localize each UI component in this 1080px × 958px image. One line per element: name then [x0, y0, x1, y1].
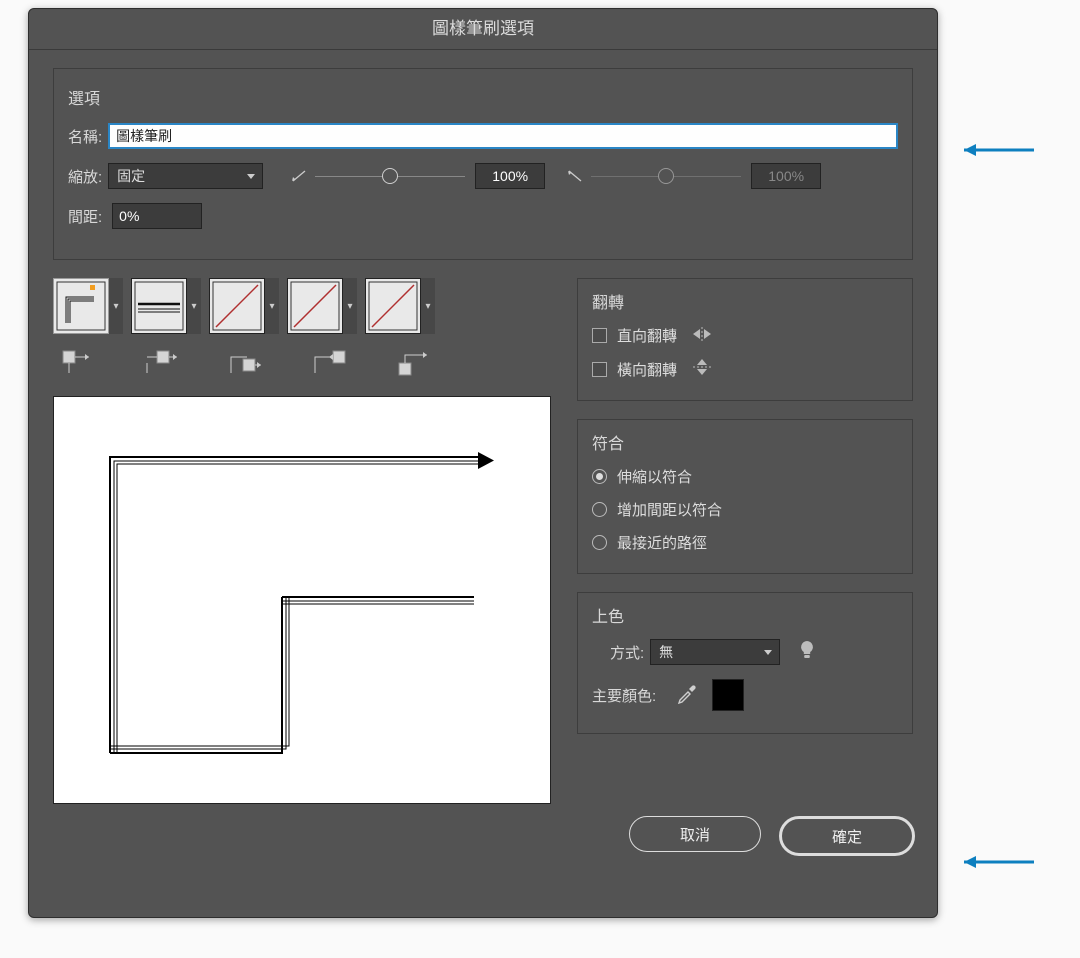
tile-side-menu[interactable]: ▾ [187, 278, 201, 334]
brush-preview [53, 396, 551, 804]
tile-apply-icons [59, 348, 551, 378]
flip-across-icon [691, 326, 713, 346]
pattern-brush-options-dialog: 圖樣筆刷選項 選項 名稱: 縮放: 固定 [28, 8, 938, 918]
colorize-section-label: 上色 [592, 603, 898, 627]
tiles-and-preview: ▾ ▾ [53, 278, 551, 804]
tile-start-menu[interactable]: ▾ [343, 278, 357, 334]
fit-option-2-label: 最接近的路徑 [617, 532, 707, 553]
spacing-value[interactable] [112, 203, 202, 229]
scale-max-slider [591, 176, 741, 177]
scale-min-slider[interactable] [315, 176, 465, 177]
tile-picker-row: ▾ ▾ [53, 278, 551, 334]
fit-group: 符合 伸縮以符合 增加間距以符合 最接近的路徑 [577, 419, 913, 574]
flip-along-icon [691, 358, 713, 380]
options-group: 選項 名稱: 縮放: 固定 [53, 68, 913, 260]
name-label: 名稱: [68, 126, 102, 147]
flip-along-checkbox[interactable] [592, 362, 607, 377]
flip-across-label: 直向翻轉 [617, 325, 677, 346]
apply-end-icon [395, 348, 433, 378]
dialog-title: 圖樣筆刷選項 [29, 9, 937, 50]
tile-end-menu[interactable]: ▾ [421, 278, 435, 334]
scale-down-icon [291, 169, 307, 183]
tile-outer-corner[interactable] [53, 278, 109, 334]
eyedropper-icon[interactable] [676, 682, 698, 708]
flip-group: 翻轉 直向翻轉 [577, 278, 913, 401]
scale-max-slider-block [559, 163, 831, 189]
apply-start-icon [311, 348, 349, 378]
scale-row: 縮放: 固定 [68, 163, 898, 189]
scale-max-value [751, 163, 821, 189]
scale-label: 縮放: [68, 166, 102, 187]
scale-min-value[interactable] [475, 163, 545, 189]
flip-section-label: 翻轉 [592, 289, 898, 313]
fit-option-2[interactable] [592, 535, 607, 550]
fit-option-0-label: 伸縮以符合 [617, 466, 692, 487]
apply-inner-corner-icon [227, 348, 265, 378]
colorize-method-label: 方式: [610, 642, 644, 663]
tile-inner-corner[interactable] [209, 278, 265, 334]
tile-outer-corner-menu[interactable]: ▾ [109, 278, 123, 334]
name-row: 名稱: [68, 123, 898, 149]
scale-min-slider-block [283, 163, 555, 189]
tips-icon[interactable] [798, 640, 816, 664]
fit-option-1[interactable] [592, 502, 607, 517]
colorize-group: 上色 方式: 無 [577, 592, 913, 734]
apply-outer-corner-icon [59, 348, 97, 378]
callout-arrow-ok [950, 848, 1040, 876]
spacing-label: 間距: [68, 206, 102, 227]
tile-inner-corner-menu[interactable]: ▾ [265, 278, 279, 334]
fit-section-label: 符合 [592, 430, 898, 454]
fit-option-1-label: 增加間距以符合 [617, 499, 722, 520]
tile-end[interactable] [365, 278, 421, 334]
flip-across-checkbox[interactable] [592, 328, 607, 343]
fit-option-0[interactable] [592, 469, 607, 484]
key-color-label: 主要顏色: [592, 685, 656, 706]
flip-along-label: 橫向翻轉 [617, 359, 677, 380]
apply-side-icon [143, 348, 181, 378]
scale-mode-select[interactable]: 固定 [108, 163, 263, 189]
cancel-button[interactable]: 取消 [629, 816, 761, 852]
brush-name-input[interactable] [108, 123, 898, 149]
key-color-swatch[interactable] [712, 679, 744, 711]
callout-arrow-name [950, 136, 1040, 164]
dialog-footer: 取消 確定 [29, 816, 937, 878]
options-section-label: 選項 [68, 85, 898, 109]
colorize-method-select[interactable]: 無 [650, 639, 780, 665]
spacing-row: 間距: [68, 203, 898, 229]
tile-start[interactable] [287, 278, 343, 334]
tile-side[interactable] [131, 278, 187, 334]
scale-up-icon [567, 169, 583, 183]
ok-button[interactable]: 確定 [779, 816, 915, 856]
